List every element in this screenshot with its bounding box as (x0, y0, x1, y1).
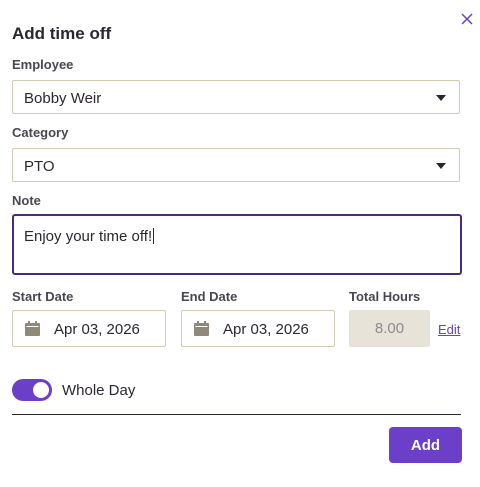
note-label: Note (12, 193, 41, 208)
add-button[interactable]: Add (389, 427, 462, 463)
employee-select-value: Bobby Weir (24, 90, 102, 107)
start-date-label: Start Date (12, 289, 74, 304)
chevron-down-icon (436, 163, 446, 169)
note-textarea[interactable]: Enjoy your time off! (12, 214, 462, 275)
whole-day-toggle[interactable] (12, 379, 52, 401)
end-date-value: Apr 03, 2026 (223, 321, 309, 338)
edit-hours-link[interactable]: Edit (438, 322, 460, 337)
category-select[interactable]: PTO (12, 148, 460, 182)
calendar-icon (194, 321, 209, 336)
chevron-down-icon (436, 95, 446, 101)
close-icon[interactable] (458, 10, 476, 28)
total-hours-value: 8.00 (374, 320, 405, 337)
end-date-picker[interactable]: Apr 03, 2026 (181, 310, 335, 347)
end-date-label: End Date (181, 289, 238, 304)
toggle-knob (33, 382, 49, 398)
category-select-value: PTO (24, 158, 55, 175)
add-time-off-modal: Add time off Employee Bobby Weir Categor… (0, 0, 480, 487)
whole-day-label: Whole Day (62, 382, 136, 399)
divider (12, 414, 461, 415)
start-date-picker[interactable]: Apr 03, 2026 (12, 310, 166, 347)
total-hours-label: Total Hours (349, 289, 421, 304)
total-hours-field: 8.00 (349, 310, 430, 347)
text-cursor (153, 228, 155, 244)
calendar-icon (25, 321, 40, 336)
note-text: Enjoy your time off! (24, 228, 155, 245)
start-date-value: Apr 03, 2026 (54, 321, 140, 338)
employee-label: Employee (12, 57, 74, 72)
category-label: Category (12, 125, 69, 140)
employee-select[interactable]: Bobby Weir (12, 80, 460, 114)
modal-title: Add time off (12, 24, 112, 43)
